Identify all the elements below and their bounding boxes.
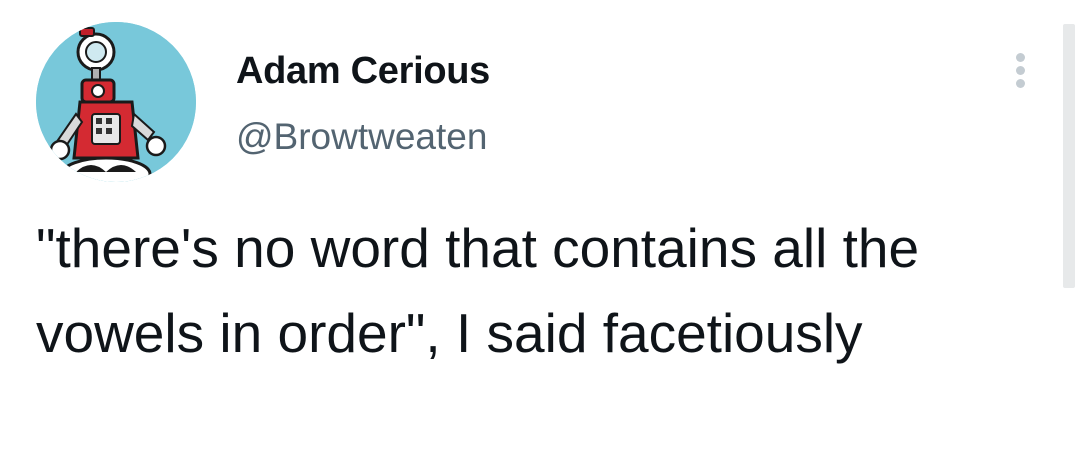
display-name[interactable]: Adam Cerious xyxy=(236,50,490,93)
more-options-icon xyxy=(1016,53,1025,62)
tweet-text: "there's no word that contains all the v… xyxy=(36,217,920,364)
more-options-button[interactable] xyxy=(1004,50,1038,90)
user-handle[interactable]: @Browtweaten xyxy=(236,116,487,158)
tweet-card: Adam Cerious @Browtweaten "there's no wo… xyxy=(0,0,1080,471)
avatar[interactable] xyxy=(36,22,196,182)
scrollbar[interactable] xyxy=(1063,24,1075,288)
robot-avatar-icon xyxy=(36,22,196,182)
